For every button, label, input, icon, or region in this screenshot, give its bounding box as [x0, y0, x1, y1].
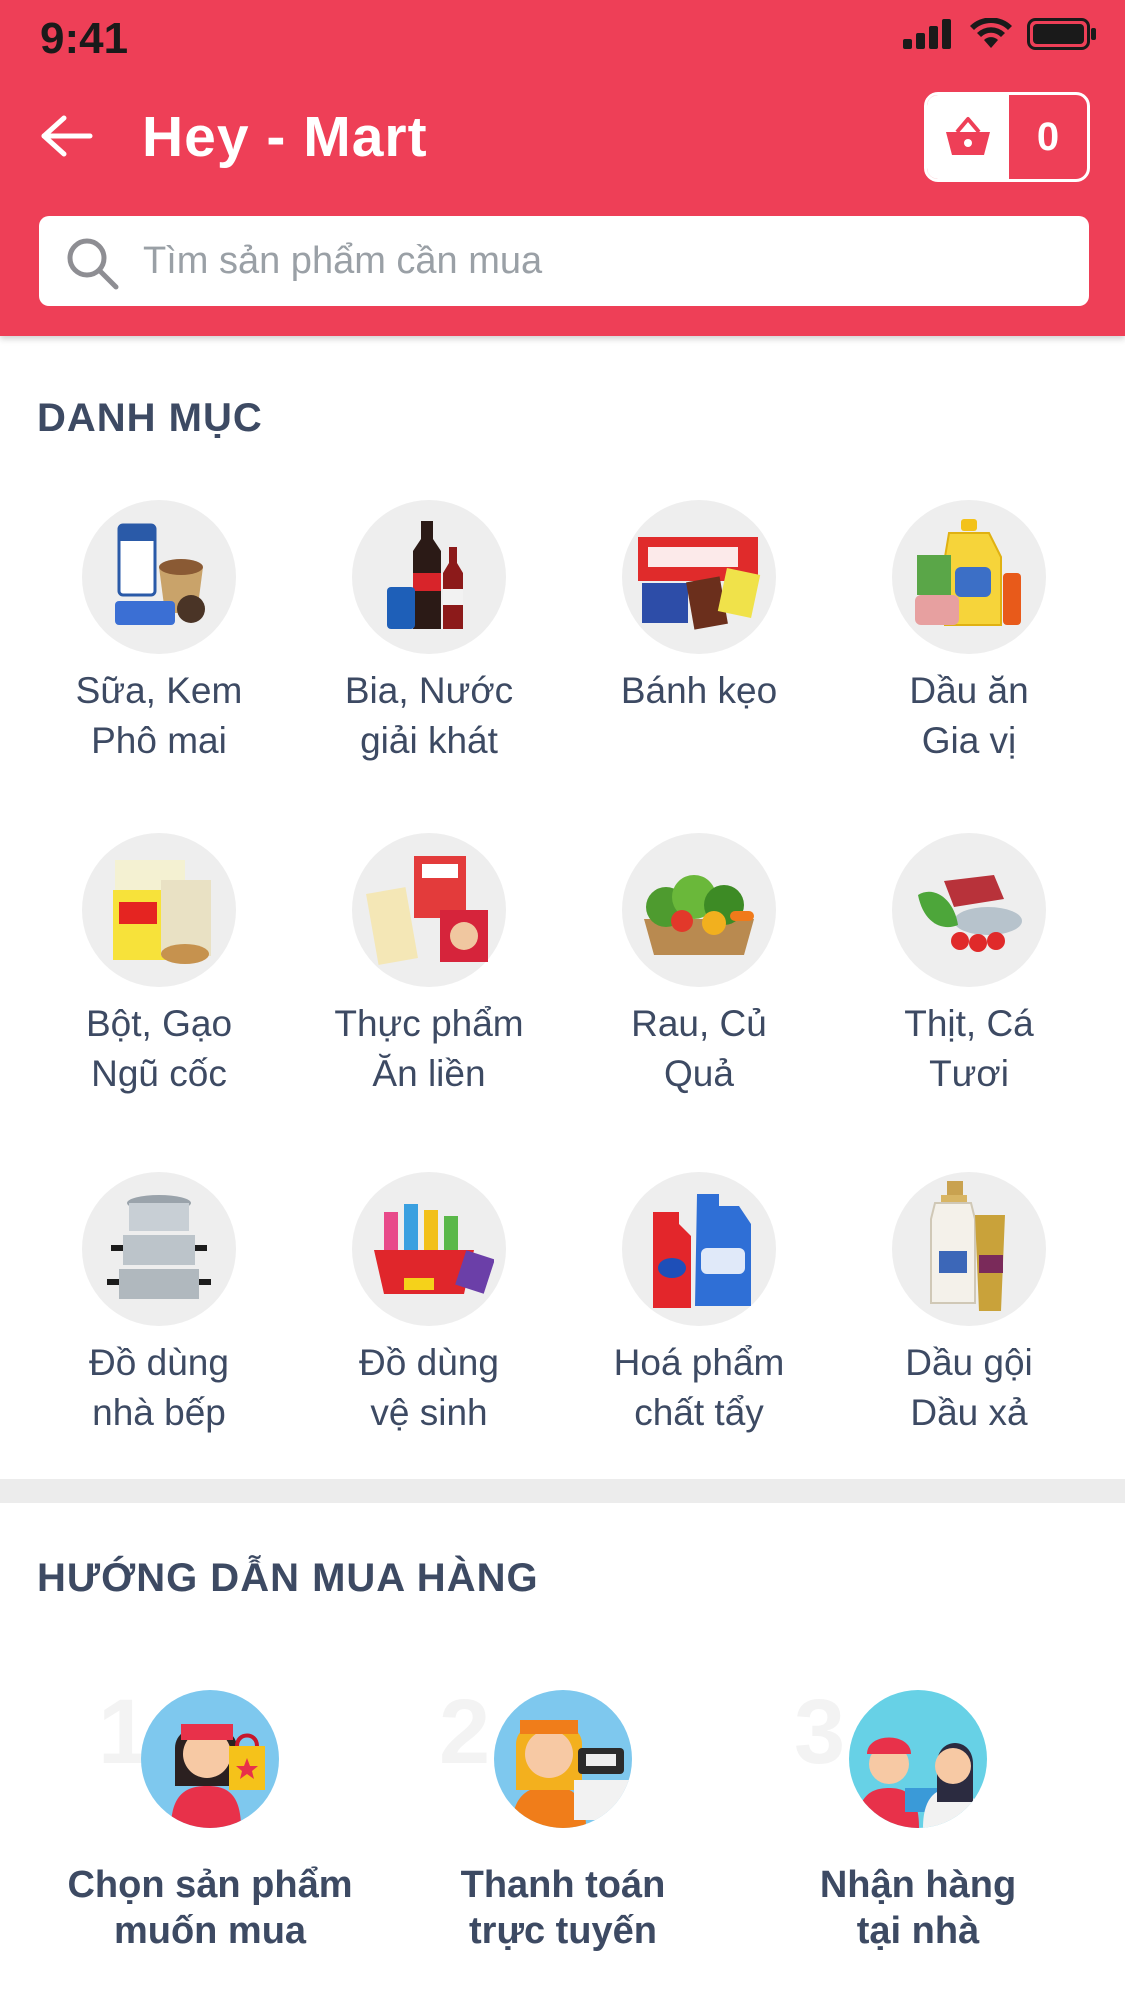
- step-label-line2: muốn mua: [113, 1910, 307, 1952]
- category-label-line2: Quả: [664, 1053, 734, 1094]
- vegetables-icon: [622, 833, 776, 987]
- shampoo-icon: [892, 1172, 1046, 1326]
- category-label-line1: Đồ dùng: [359, 1342, 499, 1383]
- category-instant-food[interactable]: Thực phẩm Ăn liền: [294, 833, 564, 1099]
- wifi-icon: [970, 18, 1012, 48]
- drinks-icon: [352, 500, 506, 654]
- step-label-line1: Thanh toán: [460, 1864, 666, 1906]
- battery-icon: [1027, 18, 1096, 50]
- guide-step-1: 1 Chọn sản phẩm muốn mua: [40, 1681, 380, 1954]
- detergent-icon: [622, 1172, 776, 1326]
- category-label-line1: Thực phẩm: [334, 1003, 524, 1044]
- status-time: 9:41: [40, 14, 129, 63]
- dairy-icon: [82, 500, 236, 654]
- category-label-line1: Thịt, Cá: [904, 1003, 1034, 1044]
- category-oil-spices[interactable]: Dầu ăn Gia vị: [834, 500, 1104, 766]
- category-label-line1: Dầu gội: [905, 1342, 1033, 1383]
- snacks-icon: [622, 500, 776, 654]
- category-label-line1: Sữa, Kem: [75, 670, 243, 711]
- step-label-line1: Nhận hàng: [819, 1864, 1017, 1906]
- step-label-line2: trực tuyến: [469, 1910, 657, 1952]
- category-detergent[interactable]: Hoá phẩm chất tẩy: [564, 1172, 834, 1438]
- step-number: 2: [439, 1681, 491, 1783]
- meat-fish-icon: [892, 833, 1046, 987]
- instant-food-icon: [352, 833, 506, 987]
- signal-icon: [903, 19, 951, 49]
- category-label-line2: vệ sinh: [370, 1392, 488, 1433]
- category-label-line1: Bia, Nước: [344, 670, 514, 711]
- app-header: 9:41 Hey - Mart 0 Tìm sản phẩm cần mua: [0, 0, 1125, 336]
- status-icons: [903, 18, 1097, 50]
- shopper-icon: [141, 1690, 279, 1828]
- basket-icon: [927, 95, 1009, 179]
- step-label-line1: Chọn sản phẩm: [67, 1864, 353, 1906]
- category-shampoo[interactable]: Dầu gội Dầu xả: [834, 1172, 1104, 1438]
- delivery-icon: [849, 1690, 987, 1828]
- cart-count: 0: [1036, 114, 1060, 159]
- category-label-line2: chất tẩy: [634, 1392, 764, 1433]
- back-arrow-icon[interactable]: [38, 112, 94, 160]
- category-label-line2: Ngũ cốc: [91, 1053, 227, 1094]
- pots-icon: [82, 1172, 236, 1326]
- search-icon: [67, 238, 119, 290]
- category-label-line2: Dầu xả: [910, 1392, 1028, 1433]
- oil-icon: [892, 500, 1046, 654]
- categories-title: DANH MỤC: [37, 396, 263, 440]
- category-label-line1: Bột, Gạo: [85, 1003, 233, 1044]
- category-vegetables[interactable]: Rau, Củ Quả: [564, 833, 834, 1099]
- category-label-line1: Đồ dùng: [89, 1342, 229, 1383]
- cashier-icon: [494, 1690, 632, 1828]
- guide-title: HƯỚNG DẪN MUA HÀNG: [37, 1556, 539, 1600]
- category-label-line1: Rau, Củ: [631, 1003, 767, 1044]
- category-grains[interactable]: Bột, Gạo Ngũ cốc: [24, 833, 294, 1099]
- category-label-line2: giải khát: [360, 720, 498, 761]
- step-label-line2: tại nhà: [856, 1910, 980, 1952]
- category-kitchenware[interactable]: Đồ dùng nhà bếp: [24, 1172, 294, 1438]
- cleaning-icon: [352, 1172, 506, 1326]
- category-label-line1: Dầu ăn: [909, 670, 1029, 711]
- guide-step-3: 3 Nhận hàng tại nhà: [748, 1681, 1088, 1954]
- category-dairy[interactable]: Sữa, Kem Phô mai: [24, 500, 294, 766]
- category-cleaning[interactable]: Đồ dùng vệ sinh: [294, 1172, 564, 1438]
- category-label-line2: nhà bếp: [92, 1392, 226, 1433]
- category-label-line2: Phô mai: [91, 720, 227, 761]
- category-drinks[interactable]: Bia, Nước giải khát: [294, 500, 564, 766]
- grain-icon: [82, 833, 236, 987]
- cart-button[interactable]: 0: [924, 92, 1090, 182]
- category-label-line2: Gia vị: [921, 720, 1017, 761]
- category-snacks[interactable]: Bánh kẹo: [564, 500, 834, 716]
- category-label-line2: Ăn liền: [372, 1053, 486, 1094]
- section-divider: [0, 1479, 1125, 1503]
- guide-step-2: 2 Thanh toán trực tuyến: [393, 1681, 733, 1954]
- step-number: 3: [794, 1681, 846, 1783]
- app-title: Hey - Mart: [142, 105, 428, 169]
- category-meat-fish[interactable]: Thịt, Cá Tươi: [834, 833, 1104, 1099]
- category-label-line1: Bánh kẹo: [620, 670, 778, 711]
- search-input[interactable]: Tìm sản phẩm cần mua: [39, 216, 1089, 306]
- category-label-line1: Hoá phẩm: [613, 1342, 785, 1383]
- search-placeholder: Tìm sản phẩm cần mua: [143, 240, 543, 282]
- category-label-line2: Tươi: [929, 1053, 1009, 1094]
